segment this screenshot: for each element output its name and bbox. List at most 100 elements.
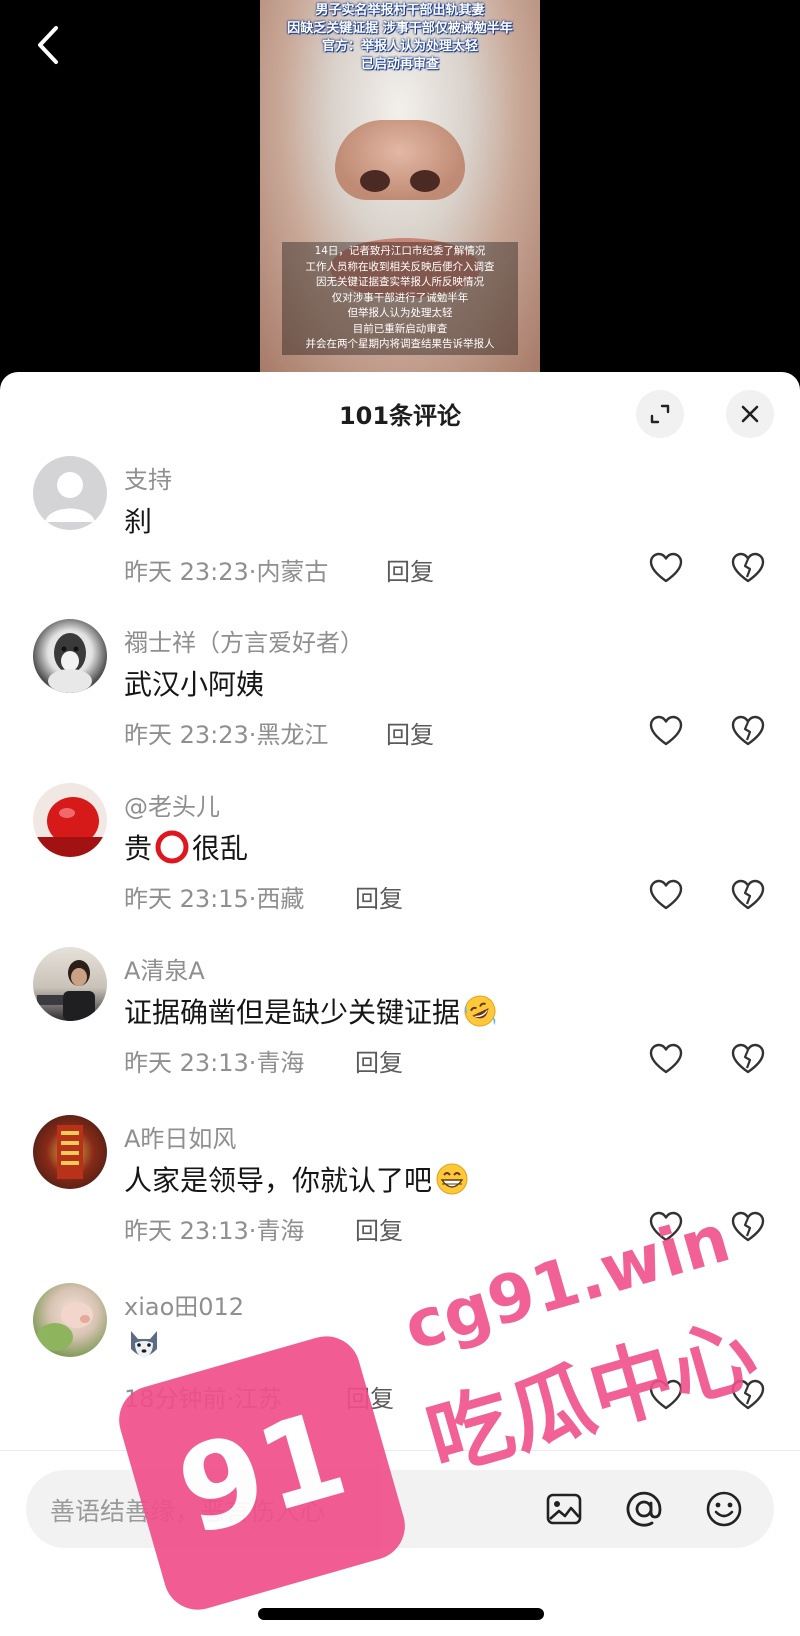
dog-avatar-image	[48, 633, 92, 693]
subtitle-line: 并会在两个星期内将调查结果告诉举报人	[305, 338, 495, 350]
comment-item: A昨日如风 人家是领导，你就认了吧 昨天 23:13·青海 回复	[0, 1115, 800, 1275]
broken-heart-icon[interactable]	[730, 550, 766, 586]
reply-button[interactable]: 回复	[386, 552, 434, 587]
comment-author[interactable]: 禤士祥（方言爱好者）	[124, 623, 364, 658]
comment-time: 18分钟前	[124, 1385, 227, 1413]
person-avatar-image	[37, 960, 95, 1021]
comment-text-content: 很乱	[192, 832, 249, 865]
comment-meta: 昨天 23:23·黑龙江	[124, 715, 328, 750]
comment-item: @老头儿 贵 很乱 昨天 23:15·西藏 回复	[0, 783, 800, 943]
comment-meta: 18分钟前·江苏	[124, 1379, 282, 1414]
video-headline: 男子实名举报村干部出轨其妻 因缺乏关键证据 涉事干部仅被诫勉半年 官方：举报人认…	[260, 2, 540, 74]
avatar[interactable]	[33, 619, 107, 693]
reply-button[interactable]: 回复	[355, 879, 403, 914]
subtitle-line: 因无关键证据查实举报人所反映情况	[316, 276, 484, 288]
broken-heart-icon[interactable]	[730, 1209, 766, 1245]
video-thumbnail: 男子实名举报村干部出轨其妻 因缺乏关键证据 涉事干部仅被诫勉半年 官方：举报人认…	[260, 0, 540, 372]
heart-icon[interactable]	[648, 1209, 684, 1245]
calligraphy-avatar-image	[57, 1125, 83, 1179]
at-mention-icon[interactable]	[624, 1489, 664, 1529]
comment-author[interactable]: A清泉A	[124, 951, 205, 986]
heart-icon[interactable]	[648, 713, 684, 749]
comment-text	[124, 1327, 162, 1363]
subtitle-line: 但举报人认为处理太轻	[347, 307, 453, 319]
subtitle-line: 仅对涉事干部进行了诫勉半年	[331, 291, 469, 304]
reply-button[interactable]: 回复	[355, 1211, 403, 1246]
comment-text-content: 人家是领导，你就认了吧	[124, 1164, 433, 1197]
heart-icon[interactable]	[648, 877, 684, 913]
face-detail	[410, 170, 440, 192]
comment-item: 禤士祥（方言爱好者） 武汉小阿姨 昨天 23:23·黑龙江 回复	[0, 619, 800, 779]
comment-time: 昨天 23:23	[124, 558, 249, 586]
comment-location: 青海	[256, 1217, 305, 1245]
default-avatar-icon	[45, 472, 95, 522]
reply-button[interactable]: 回复	[355, 1043, 403, 1078]
comment-sheet: 101条评论 支持 刹 昨天 23:23·内蒙古 回复 禤士祥（方言爱好者） 武…	[0, 372, 800, 1636]
headline-line: 男子实名举报村干部出轨其妻	[315, 3, 485, 18]
comment-meta: 昨天 23:23·内蒙古	[124, 552, 328, 587]
video-area[interactable]: 男子实名举报村干部出轨其妻 因缺乏关键证据 涉事干部仅被诫勉半年 官方：举报人认…	[0, 0, 800, 372]
broken-heart-icon[interactable]	[730, 713, 766, 749]
expand-icon	[650, 404, 670, 424]
face-image	[335, 120, 465, 200]
reply-button[interactable]: 回复	[386, 715, 434, 750]
home-indicator[interactable]	[258, 1608, 544, 1620]
chevron-left-icon	[38, 26, 58, 64]
red-circle-emoji	[155, 830, 189, 864]
comment-time: 昨天 23:23	[124, 721, 249, 749]
subtitle-line: 目前已重新启动审查	[352, 322, 448, 335]
comment-author[interactable]: @老头儿	[124, 787, 220, 822]
comment-text: 武汉小阿姨	[124, 663, 264, 703]
heart-icon[interactable]	[648, 1377, 684, 1413]
avatar[interactable]	[33, 456, 107, 530]
comment-input-bar[interactable]: 善语结善缘，恶言伤人心	[26, 1470, 774, 1548]
red-helmet-avatar-image	[33, 797, 107, 857]
comment-author[interactable]: 支持	[124, 460, 172, 495]
comment-location: 黑龙江	[256, 721, 329, 749]
grinning-emoji	[436, 1163, 468, 1195]
emoji-icon[interactable]	[704, 1489, 744, 1529]
comment-author[interactable]: xiao田012	[124, 1287, 244, 1322]
image-icon[interactable]	[544, 1489, 584, 1529]
broken-heart-icon[interactable]	[730, 1041, 766, 1077]
avatar[interactable]	[33, 783, 107, 857]
broken-heart-icon[interactable]	[730, 1377, 766, 1413]
comment-location: 江苏	[234, 1385, 283, 1413]
comment-text: 证据确凿但是缺少关键证据	[124, 991, 498, 1031]
avatar[interactable]	[33, 1283, 107, 1357]
close-button[interactable]	[726, 390, 774, 438]
comment-text: 刹	[124, 500, 152, 540]
piglet-avatar-image	[37, 1302, 93, 1351]
headline-line: 已启动再审查	[360, 57, 439, 72]
rolling-laughing-emoji	[464, 995, 496, 1027]
comment-item: A清泉A 证据确凿但是缺少关键证据 昨天 23:13·青海 回复	[0, 947, 800, 1107]
comment-location: 青海	[256, 1049, 305, 1077]
reply-button[interactable]: 回复	[346, 1379, 394, 1414]
expand-button[interactable]	[636, 390, 684, 438]
avatar[interactable]	[33, 947, 107, 1021]
comment-input-placeholder[interactable]: 善语结善缘，恶言伤人心	[50, 1492, 325, 1528]
comment-item: xiao田012 18分钟前·江苏 回复	[0, 1283, 800, 1443]
wolf-emoji	[131, 1331, 157, 1358]
comment-item: 支持 刹 昨天 23:23·内蒙古 回复	[0, 456, 800, 616]
comment-time: 昨天 23:13	[124, 1049, 249, 1077]
headline-line: 因缺乏关键证据 涉事干部仅被诫勉半年	[287, 21, 513, 36]
comment-meta: 昨天 23:15·西藏	[124, 879, 304, 914]
comment-author[interactable]: A昨日如风	[124, 1119, 236, 1154]
divider	[0, 1450, 800, 1451]
subtitle-line: 14日，记者致丹江口市纪委了解情况	[314, 245, 486, 257]
heart-icon[interactable]	[648, 550, 684, 586]
back-button[interactable]	[30, 22, 66, 68]
comment-text-content: 武汉小阿姨	[124, 668, 265, 701]
comment-text-content: 刹	[124, 505, 153, 538]
comment-text: 人家是领导，你就认了吧	[124, 1159, 470, 1199]
comment-text: 贵 很乱	[124, 827, 248, 867]
headline-line: 官方：举报人认为处理太轻	[321, 39, 478, 54]
comment-location: 西藏	[256, 885, 305, 913]
avatar[interactable]	[33, 1115, 107, 1189]
broken-heart-icon[interactable]	[730, 877, 766, 913]
close-icon	[741, 405, 759, 423]
comment-time: 昨天 23:15	[124, 885, 249, 913]
heart-icon[interactable]	[648, 1041, 684, 1077]
comment-text-content: 贵	[124, 832, 153, 865]
